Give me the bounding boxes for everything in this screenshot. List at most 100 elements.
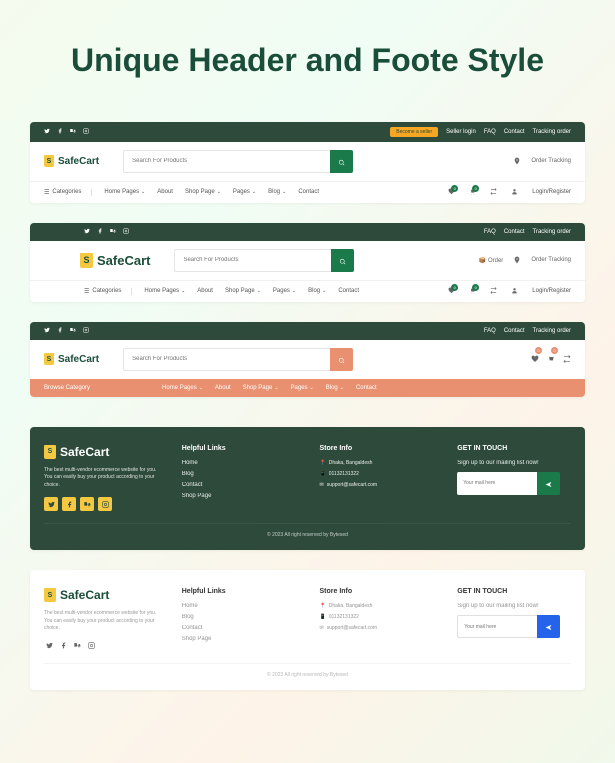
become-seller-button[interactable]: Become a seller: [390, 127, 438, 137]
footer-link-shop[interactable]: Shop Page: [182, 636, 296, 642]
newsletter-submit-button[interactable]: [537, 615, 560, 638]
header-actions: Order Tracking: [513, 157, 571, 165]
twitter-icon[interactable]: [44, 128, 50, 136]
browse-category-button[interactable]: Browse Category: [44, 385, 90, 391]
twitter-icon[interactable]: [84, 228, 90, 236]
order-button[interactable]: 📦 Order: [479, 257, 503, 264]
search-input[interactable]: [174, 249, 331, 272]
tracking-link[interactable]: Tracking order: [533, 328, 571, 334]
contact-link[interactable]: Contact: [504, 129, 525, 135]
user-icon[interactable]: [511, 188, 518, 197]
footer-link-blog[interactable]: Blog: [182, 614, 296, 620]
faq-link[interactable]: FAQ: [484, 229, 496, 235]
contact-link[interactable]: Contact: [504, 328, 525, 334]
nav-home[interactable]: Home Pages⌄: [162, 385, 203, 391]
search-button[interactable]: [330, 150, 353, 173]
order-tracking-link[interactable]: Order Tracking: [531, 158, 571, 164]
nav-about[interactable]: About: [197, 288, 213, 294]
wishlist-icon[interactable]: 0: [448, 188, 455, 197]
login-register-link[interactable]: Login/Register: [532, 288, 571, 294]
facebook-icon[interactable]: [97, 228, 103, 236]
nav-contact[interactable]: Contact: [298, 189, 319, 195]
login-register-link[interactable]: Login/Register: [532, 189, 571, 195]
nav-shop[interactable]: Shop Page⌄: [185, 189, 221, 195]
footer-link-home[interactable]: Home: [182, 460, 296, 466]
behance-icon[interactable]: [70, 128, 76, 136]
facebook-icon[interactable]: [57, 128, 63, 136]
categories-button[interactable]: ☰ Categories: [84, 288, 132, 295]
twitter-icon[interactable]: [44, 327, 50, 335]
nav-about[interactable]: About: [215, 385, 231, 391]
pin-icon: 📍: [320, 460, 326, 466]
nav-pages[interactable]: Pages⌄: [233, 189, 256, 195]
footer-link-shop[interactable]: Shop Page: [182, 493, 296, 499]
behance-icon[interactable]: [80, 497, 94, 511]
newsletter-submit-button[interactable]: [537, 472, 560, 495]
categories-button[interactable]: ☰ Categories: [44, 189, 92, 196]
topbar: Become a seller Seller login FAQ Contact…: [30, 122, 585, 142]
faq-link[interactable]: FAQ: [484, 328, 496, 334]
tracking-link[interactable]: Tracking order: [533, 129, 571, 135]
instagram-icon[interactable]: [98, 497, 112, 511]
nav-contact[interactable]: Contact: [338, 288, 359, 294]
nav-blog[interactable]: Blog⌄: [308, 288, 326, 294]
instagram-icon[interactable]: [83, 327, 89, 335]
tracking-link[interactable]: Tracking order: [533, 229, 571, 235]
newsletter-input[interactable]: [457, 472, 537, 495]
instagram-icon[interactable]: [86, 641, 96, 651]
logo[interactable]: SSafeCart: [80, 253, 150, 268]
nav-pages[interactable]: Pages⌄: [273, 288, 296, 294]
nav-about[interactable]: About: [157, 189, 173, 195]
cart-icon[interactable]: 0: [547, 350, 555, 368]
footer-logo[interactable]: SSafeCart: [44, 588, 158, 602]
facebook-icon[interactable]: [57, 327, 63, 335]
logo[interactable]: SSafeCart: [44, 353, 99, 365]
nav-home[interactable]: Home Pages⌄: [144, 288, 185, 294]
contact-link[interactable]: Contact: [504, 229, 525, 235]
store-info-title: Store Info: [320, 445, 434, 452]
footer-link-contact[interactable]: Contact: [182, 625, 296, 631]
compare-icon[interactable]: [490, 188, 497, 197]
twitter-icon[interactable]: [44, 641, 54, 651]
search-input[interactable]: [123, 348, 330, 371]
header-main: SSafeCart 0 0: [30, 340, 585, 379]
behance-icon[interactable]: [70, 327, 76, 335]
logo[interactable]: SSafeCart: [44, 155, 99, 167]
cart-icon[interactable]: 0: [469, 287, 476, 296]
twitter-icon[interactable]: [44, 497, 58, 511]
footer-logo[interactable]: SSafeCart: [44, 445, 158, 459]
user-icon[interactable]: [511, 287, 518, 296]
compare-icon[interactable]: [563, 350, 571, 368]
facebook-icon[interactable]: [58, 641, 68, 651]
newsletter-input[interactable]: [457, 615, 537, 638]
seller-login-link[interactable]: Seller login: [446, 129, 476, 135]
search-button[interactable]: [331, 249, 354, 272]
nav-blog[interactable]: Blog⌄: [268, 189, 286, 195]
faq-link[interactable]: FAQ: [484, 129, 496, 135]
nav-blog[interactable]: Blog⌄: [326, 385, 344, 391]
footer-link-home[interactable]: Home: [182, 603, 296, 609]
search-input[interactable]: [123, 150, 330, 173]
instagram-icon[interactable]: [123, 228, 129, 236]
nav-pages[interactable]: Pages⌄: [291, 385, 314, 391]
nav-contact[interactable]: Contact: [356, 385, 377, 391]
behance-icon[interactable]: [110, 228, 116, 236]
instagram-icon[interactable]: [83, 128, 89, 136]
compare-icon[interactable]: [490, 287, 497, 296]
behance-icon[interactable]: [72, 641, 82, 651]
cart-icon[interactable]: 0: [469, 188, 476, 197]
pin-icon: 📍: [320, 603, 326, 609]
footer-link-blog[interactable]: Blog: [182, 471, 296, 477]
nav-home[interactable]: Home Pages⌄: [104, 189, 145, 195]
wishlist-icon[interactable]: 0: [531, 350, 539, 368]
header-main: SSafeCart 📦 Order Order Tracking: [30, 241, 585, 280]
newsletter-desc: Sign up to our mailing list now!: [457, 603, 571, 609]
mail-icon: ✉: [320, 482, 324, 488]
nav-shop[interactable]: Shop Page⌄: [225, 288, 261, 294]
order-tracking-link[interactable]: Order Tracking: [531, 257, 571, 263]
search-button[interactable]: [330, 348, 353, 371]
wishlist-icon[interactable]: 0: [448, 287, 455, 296]
facebook-icon[interactable]: [62, 497, 76, 511]
footer-link-contact[interactable]: Contact: [182, 482, 296, 488]
nav-shop[interactable]: Shop Page⌄: [243, 385, 279, 391]
